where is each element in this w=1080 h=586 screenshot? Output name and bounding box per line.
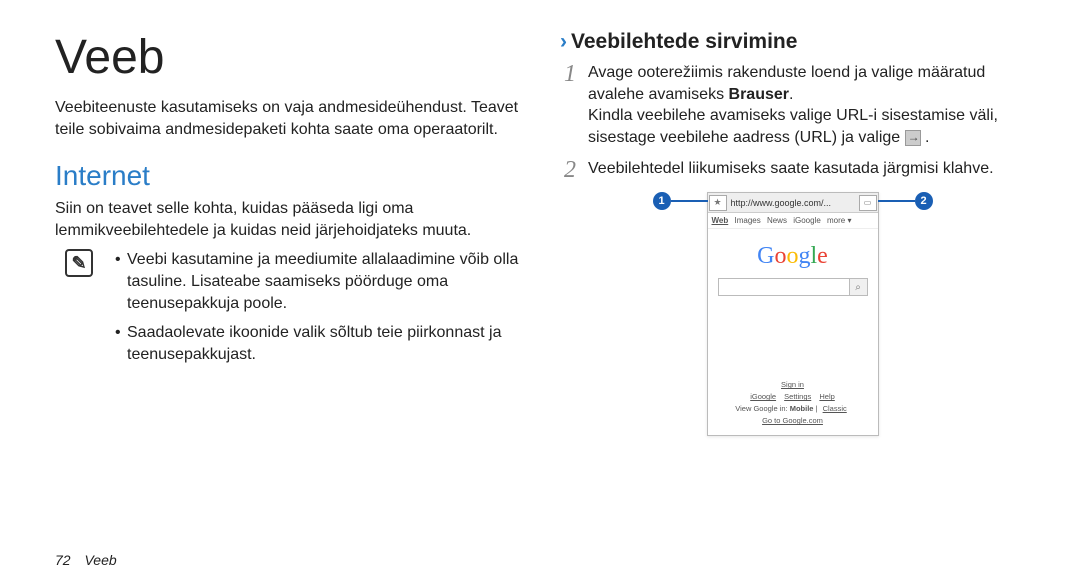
subsection-title: ›Veebilehtede sirvimine <box>560 30 1025 54</box>
nav-more[interactable]: more ▾ <box>827 216 851 225</box>
callout-1: 1 <box>653 192 671 210</box>
step-text: Veebilehtedel liikumiseks saate kasutada… <box>588 160 994 177</box>
address-bar[interactable]: http://www.google.com/... <box>708 193 878 213</box>
goto-google-link[interactable]: Go to Google.com <box>762 416 823 425</box>
step-bold: Brauser <box>729 86 789 103</box>
step-text: Kindla veebilehe avamiseks valige URL-i … <box>588 107 998 146</box>
step-number: 2 <box>560 158 580 182</box>
tabs-icon[interactable] <box>859 195 877 211</box>
nav-igoogle[interactable]: iGoogle <box>793 216 821 225</box>
section-desc: Siin on teavet selle kohta, kuidas pääse… <box>55 198 520 241</box>
nav-images[interactable]: Images <box>734 216 760 225</box>
connector-line <box>671 200 708 202</box>
step-2: 2 Veebilehtedel liikumiseks saate kasuta… <box>560 158 1025 182</box>
nav-web[interactable]: Web <box>712 216 729 225</box>
browser-footer-links: Sign in iGoogle Settings Help View Googl… <box>708 376 878 435</box>
step-number: 1 <box>560 62 580 148</box>
step-1: 1 Avage ooterežiimis rakenduste loend ja… <box>560 62 1025 148</box>
footer-link[interactable]: Help <box>819 392 834 401</box>
step-text: . <box>789 86 793 103</box>
note-icon: ✎ <box>65 249 93 277</box>
go-icon <box>905 130 921 146</box>
footer-link[interactable]: Settings <box>784 392 811 401</box>
phone-screenshot: 1 2 http://www.google.com/... Web Images… <box>653 192 933 436</box>
intro-paragraph: Veebiteenuste kasutamiseks on vaja andme… <box>55 97 520 140</box>
note-item: Veebi kasutamine ja meediumite allalaadi… <box>115 249 520 314</box>
bookmark-icon[interactable] <box>709 195 727 211</box>
footer-mobile[interactable]: Mobile <box>790 404 814 413</box>
footer-classic[interactable]: Classic <box>823 404 847 413</box>
url-text[interactable]: http://www.google.com/... <box>728 198 858 208</box>
signin-link[interactable]: Sign in <box>781 380 804 389</box>
note-box: ✎ Veebi kasutamine ja meediumite allalaa… <box>55 249 520 373</box>
connector-line <box>878 200 915 202</box>
footer-view-label: View Google in: <box>735 404 789 413</box>
callout-2: 2 <box>915 192 933 210</box>
chevron-icon: › <box>560 30 567 54</box>
google-logo: Google <box>708 229 878 278</box>
page-title: Veeb <box>55 30 520 85</box>
page-number: 72 <box>55 552 71 568</box>
google-nav: Web Images News iGoogle more ▾ <box>708 213 878 229</box>
search-input[interactable] <box>719 279 849 295</box>
footer-link[interactable]: iGoogle <box>750 392 776 401</box>
nav-news[interactable]: News <box>767 216 787 225</box>
search-box[interactable] <box>718 278 868 296</box>
section-title-internet: Internet <box>55 160 520 192</box>
footer-label: Veeb <box>84 552 116 568</box>
note-item: Saadaolevate ikoonide valik sõltub teie … <box>115 322 520 365</box>
search-button-icon[interactable] <box>849 279 867 295</box>
page-footer: 72 Veeb <box>55 552 117 568</box>
